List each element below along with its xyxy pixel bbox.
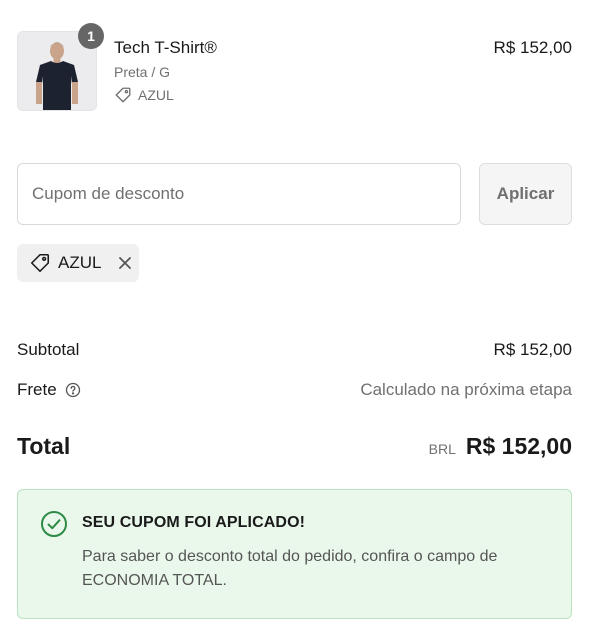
subtotal-value: R$ 152,00 bbox=[493, 340, 572, 359]
tag-icon bbox=[114, 86, 132, 104]
banner-message: Para saber o desconto total do pedido, c… bbox=[82, 548, 498, 589]
applied-coupon-tag: AZUL bbox=[17, 244, 139, 282]
tag-icon bbox=[29, 252, 51, 274]
remove-coupon-close-icon[interactable] bbox=[118, 256, 132, 270]
banner-title: SEU CUPOM FOI APLICADO! bbox=[82, 514, 306, 531]
apply-coupon-button[interactable]: Aplicar bbox=[479, 163, 572, 225]
quantity-badge: 1 bbox=[78, 23, 104, 49]
subtotal-label: Subtotal bbox=[17, 340, 80, 359]
currency-code: BRL bbox=[428, 441, 456, 457]
total-amount: BRL R$ 152,00 bbox=[429, 433, 572, 460]
shipping-label: Frete bbox=[17, 380, 57, 399]
product-discount: AZUL bbox=[114, 86, 174, 104]
applied-coupon-code: AZUL bbox=[58, 253, 102, 272]
product-discount-code: AZUL bbox=[138, 87, 174, 103]
shipping-row-label: Frete bbox=[17, 380, 81, 400]
total-label: Total bbox=[17, 433, 71, 459]
product-price: R$ 152,00 bbox=[493, 38, 572, 57]
check-circle-icon bbox=[40, 510, 68, 543]
product-name: Tech T-Shirt® bbox=[114, 38, 217, 57]
product-variant: Preta / G bbox=[114, 64, 171, 80]
coupon-input[interactable] bbox=[17, 163, 461, 225]
total-value: R$ 152,00 bbox=[465, 433, 572, 459]
shipping-value: Calculado na próxima etapa bbox=[360, 380, 572, 399]
help-circle-icon[interactable] bbox=[65, 382, 81, 398]
